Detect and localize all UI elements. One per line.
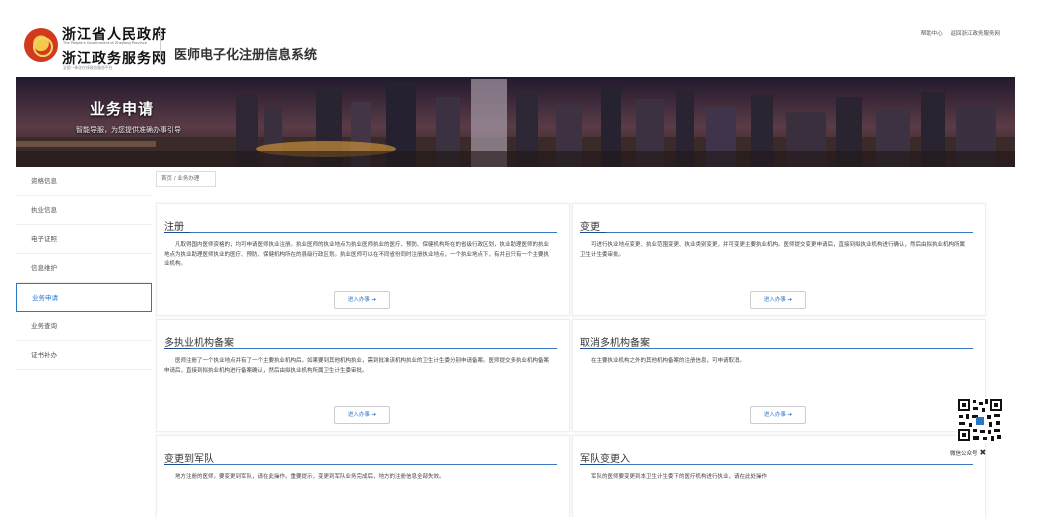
help-center-link[interactable]: 帮助中心 [921, 31, 943, 37]
wechat-qr-code [956, 397, 1004, 443]
gov-name-en: The People's Government of Zhejiang Prov… [63, 41, 148, 45]
card-divider [580, 464, 973, 465]
card-description: 凡取得国内医师资格的，均可申请医师执业注册。执业医师的执业地点为执业医师执业的医… [164, 242, 550, 267]
card-divider [164, 232, 557, 233]
breadcrumb-current: 业务办理 [177, 176, 200, 182]
card-multi-institution-filing: 多执业机构备案 医师注册了一个执业地点并有了一个主要执业机构后，如果要到其他机构… [156, 319, 570, 432]
card-description: 在主要执业机构之外的其他机构备案的注册信息，可申请取消。 [591, 358, 746, 364]
card-divider [580, 232, 973, 233]
card-divider [164, 348, 557, 349]
card-divider [164, 464, 557, 465]
card-title: 注册 [164, 222, 184, 233]
sidebar-item-certificate-reissue[interactable]: 证书补办 [16, 341, 152, 370]
card-military-transfer-in: 军队变更入 军队的医师要变更到本卫生计生委下的医疗机构进行执业，请在此处操作 [572, 435, 986, 517]
qr-label: 微信公众号 ✖ [950, 448, 986, 457]
system-title: 医师电子化注册信息系统 [174, 48, 318, 63]
sidebar-item-business-query[interactable]: 业务查询 [16, 312, 152, 341]
card-divider [580, 348, 973, 349]
sidebar-item-info-maintenance[interactable]: 信息维护 [16, 254, 152, 283]
card-register: 注册 凡取得国内医师资格的，均可申请医师执业注册。执业医师的执业地点为执业医师执… [156, 203, 570, 316]
card-title: 军队变更入 [580, 454, 630, 465]
header-links: 帮助中心 返回浙江政务服务网 [915, 29, 1000, 37]
card-change: 变更 可进行执业地点变更、执业范围变更、执业类别变更，并可变更主要执业机构。医师… [572, 203, 986, 316]
enter-service-button[interactable]: 进入办事 ➔ [334, 291, 390, 309]
portal-tagline: 全国一体化在线政务服务平台 [63, 65, 113, 70]
city-skyline-image [16, 77, 1015, 167]
sidebar-item-qualification[interactable]: 资格信息 [16, 167, 152, 196]
close-icon[interactable]: ✖ [980, 448, 987, 457]
card-description: 军队的医师要变更到本卫生计生委下的医疗机构进行执业，请在此处操作 [591, 474, 768, 480]
banner-subtitle: 智能导服，为您提供准确办事引导 [76, 126, 181, 134]
card-description: 可进行执业地点变更、执业范围变更、执业类别变更，并可变更主要执业机构。医师提交变… [580, 242, 966, 258]
card-cancel-multi-filing: 取消多机构备案 在主要执业机构之外的其他机构备案的注册信息，可申请取消。 进入办… [572, 319, 986, 432]
banner-title: 业务申请 [90, 100, 155, 118]
national-emblem-icon [24, 28, 58, 62]
back-to-portal-link[interactable]: 返回浙江政务服务网 [950, 31, 1000, 37]
card-description: 医师注册了一个执业地点并有了一个主要执业机构后，如果要到其他机构执业，需到批准该… [164, 358, 550, 374]
card-title: 多执业机构备案 [164, 338, 234, 349]
wechat-account-label: 微信公众号 [950, 451, 978, 457]
breadcrumb: 首页 / 业务办理 [156, 171, 216, 187]
enter-service-button[interactable]: 进入办事 ➔ [750, 291, 806, 309]
card-title: 变更到军队 [164, 454, 214, 465]
card-change-to-military: 变更到军队 地方注册的医师，要变更到军队，请在此操作。重要提示，变更到军队业务完… [156, 435, 570, 517]
header-divider [160, 28, 161, 64]
card-title: 取消多机构备案 [580, 338, 650, 349]
sidebar-item-business-apply[interactable]: 业务申请 [16, 283, 152, 312]
sidebar-item-practice[interactable]: 执业信息 [16, 196, 152, 225]
qr-code-icon [956, 397, 1004, 443]
header: 浙江省人民政府 The People's Government of Zheji… [0, 0, 1050, 76]
sidebar: 资格信息 执业信息 电子证照 信息维护 业务申请 业务查询 证书补办 [16, 167, 152, 370]
card-description: 地方注册的医师，要变更到军队，请在此操作。重要提示，变更到军队业务完成后，地方的… [175, 474, 445, 480]
breadcrumb-home[interactable]: 首页 [161, 176, 172, 182]
enter-service-button[interactable]: 进入办事 ➔ [334, 406, 390, 424]
enter-service-button[interactable]: 进入办事 ➔ [750, 406, 806, 424]
banner: 业务申请 智能导服，为您提供准确办事引导 [16, 77, 1015, 167]
card-title: 变更 [580, 222, 600, 233]
breadcrumb-separator: / [173, 176, 176, 182]
sidebar-item-e-license[interactable]: 电子证照 [16, 225, 152, 254]
